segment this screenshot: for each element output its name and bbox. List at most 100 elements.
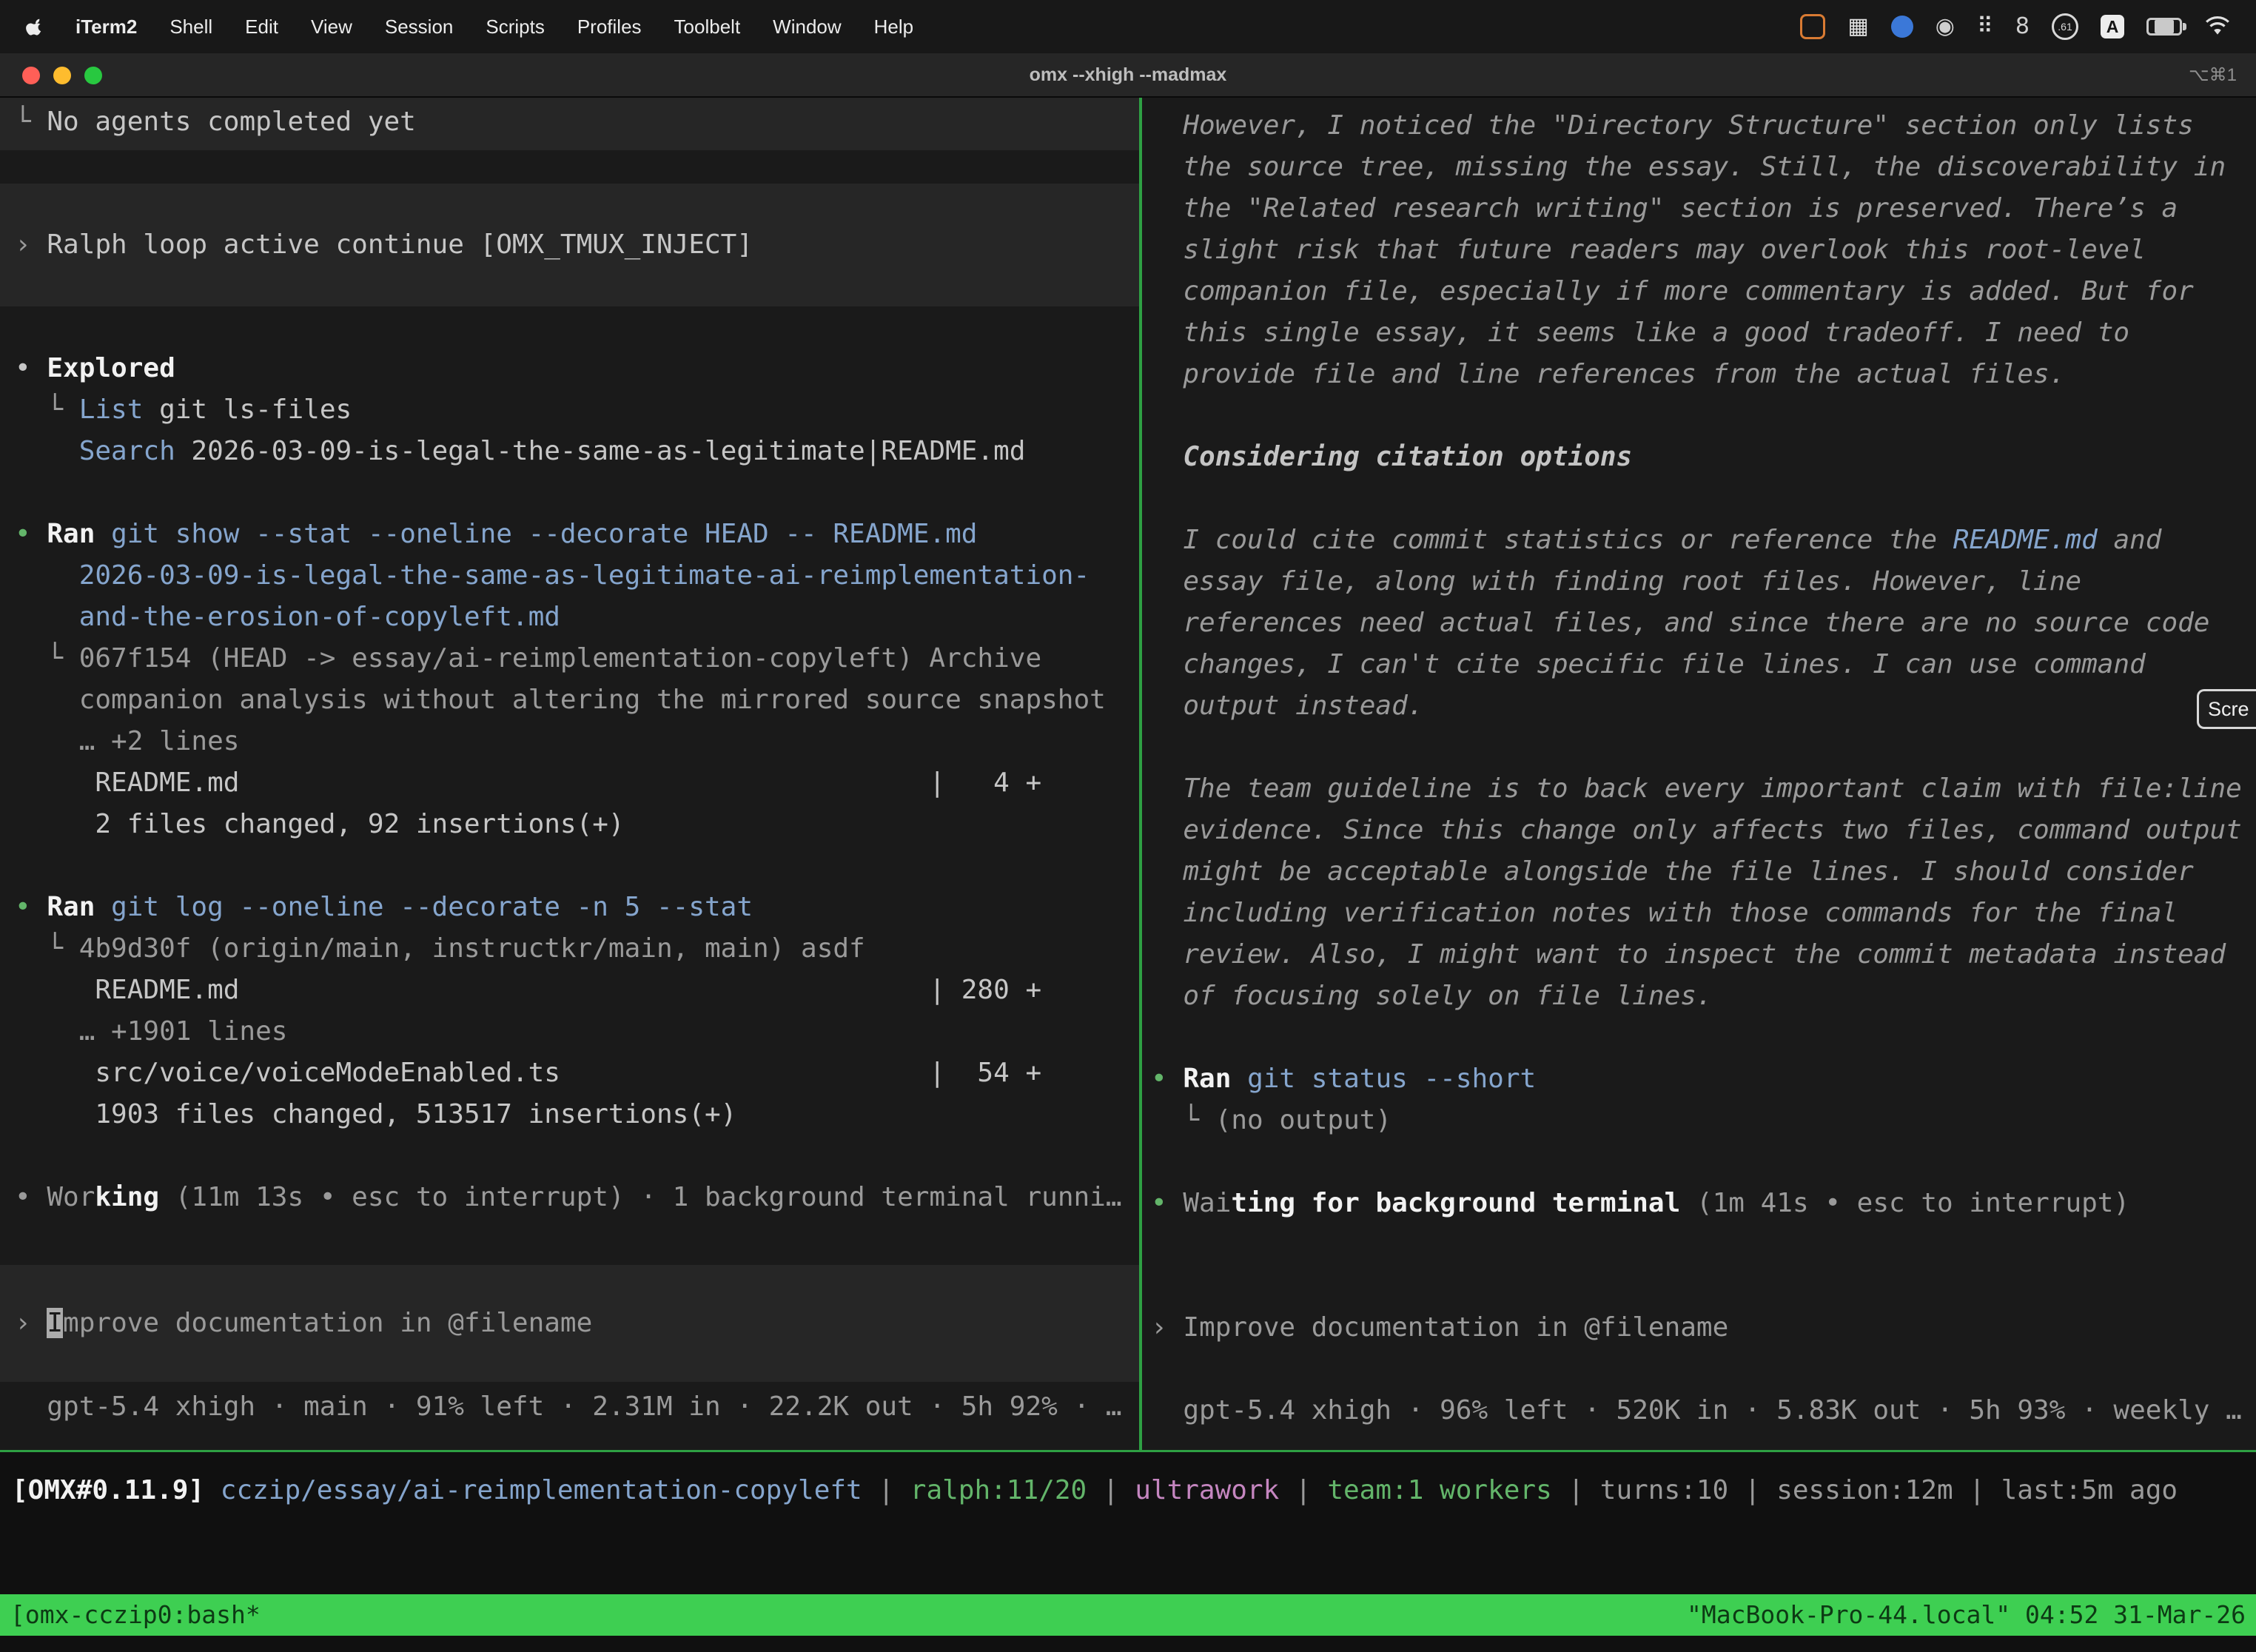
- text-segment: king: [95, 1182, 159, 1212]
- menu-profiles[interactable]: Profiles: [577, 16, 642, 38]
- spacer: [0, 845, 1139, 887]
- disc-app-icon[interactable]: ◉: [1936, 14, 1955, 39]
- text-segment: 2026-03-09-is-legal-the-same-as-legitima…: [15, 560, 1090, 591]
- terminal-line: … +2 lines: [0, 721, 1139, 762]
- text-segment: essay file, along with finding root file…: [1151, 566, 2081, 597]
- blue-app-icon[interactable]: [1891, 16, 1913, 38]
- inject-banner[interactable]: › Ralph loop active continue [OMX_TMUX_I…: [0, 184, 1139, 306]
- text-segment: └ 4b9d30f (origin/main, instructkr/main,…: [15, 933, 865, 964]
- menu-view[interactable]: View: [311, 16, 352, 38]
- waiting-status: • Waiting for background terminal (1m 41…: [1142, 1183, 2256, 1224]
- text-segment: git ls-files: [143, 394, 352, 425]
- terminal-line: the source tree, missing the essay. Stil…: [1142, 147, 2256, 188]
- prompt-input-left[interactable]: › Improve documentation in @filename: [0, 1265, 1139, 1382]
- terminal-pane-left[interactable]: └ No agents completed yet › Ralph loop ac…: [0, 98, 1139, 1450]
- menu-help[interactable]: Help: [874, 16, 913, 38]
- terminal-line: └ (no output): [1142, 1100, 2256, 1141]
- omx-statusline: [OMX#0.11.9] cczip/essay/ai-reimplementa…: [0, 1469, 2256, 1512]
- terminal-line: this single essay, it seems like a good …: [1142, 312, 2256, 354]
- terminal-line: essay file, along with finding root file…: [1142, 561, 2256, 602]
- text-segment: of focusing solely on file lines.: [1151, 981, 1713, 1011]
- spacer: [1142, 1224, 2256, 1307]
- spacer: [0, 1218, 1139, 1265]
- ran-command: • Ran git show --stat --oneline --decora…: [0, 514, 1139, 555]
- text-segment: ting for background terminal: [1231, 1188, 1680, 1218]
- window-titlebar[interactable]: omx --xhigh --madmax ⌥⌘1: [0, 53, 2256, 98]
- text-segment: git status --short: [1231, 1064, 1536, 1094]
- screen-share-pill[interactable]: Scre: [2197, 689, 2256, 729]
- inject-banner[interactable]: › Ralph loop active continue [OMX_TMUX_I…: [0, 224, 1139, 266]
- explored-header: • Explored: [0, 348, 1139, 389]
- terminal-line: … +1901 lines: [0, 1011, 1139, 1052]
- terminal-line: The team guideline is to back every impo…: [1142, 768, 2256, 810]
- minimize-button[interactable]: [53, 67, 71, 84]
- zoom-button[interactable]: [84, 67, 102, 84]
- terminal-pane-right[interactable]: However, I noticed the "Directory Struct…: [1142, 98, 2256, 1450]
- wifi-icon[interactable]: [2204, 16, 2231, 37]
- session-stats-right: gpt-5.4 xhigh · 96% left · 520K in · 5.8…: [1142, 1390, 2256, 1431]
- scrolled-panel: └ No agents completed yet: [0, 101, 1139, 143]
- terminal-line: └ List git ls-files: [0, 389, 1139, 431]
- window-title: omx --xhigh --madmax: [1030, 64, 1227, 86]
- text-segment: ›: [15, 229, 47, 260]
- spacer: [1142, 1349, 2256, 1390]
- spacer: [1142, 1017, 2256, 1058]
- statusline-segment: team:1 workers: [1327, 1475, 1551, 1505]
- terminal-line: Search 2026-03-09-is-legal-the-same-as-l…: [0, 431, 1139, 472]
- spacer: [1142, 395, 2256, 437]
- statusline-segment: cczip/essay/ai-reimplementation-copyleft: [204, 1475, 862, 1505]
- terminal-line: the "Related research writing" section i…: [1142, 188, 2256, 229]
- menu-window[interactable]: Window: [773, 16, 841, 38]
- menu-session[interactable]: Session: [385, 16, 454, 38]
- text-segment: … +1901 lines: [15, 1016, 287, 1047]
- text-segment: (11m 13s • esc to interrupt) · 1 backgro…: [159, 1182, 1121, 1212]
- apple-menu-icon[interactable]: [25, 16, 43, 37]
- text-segment: provide file and line references from th…: [1151, 359, 2065, 389]
- menu-scripts[interactable]: Scripts: [486, 16, 544, 38]
- text-segment: src/voice/voiceModeEnabled.ts | 54 +: [15, 1058, 1041, 1088]
- text-segment: references need actual files, and since …: [1151, 608, 2209, 638]
- terminal-line: output instead.: [1142, 685, 2256, 727]
- text-segment: might be acceptable alongside the file l…: [1151, 856, 2194, 887]
- terminal-line: provide file and line references from th…: [1142, 354, 2256, 395]
- text-segment: the source tree, missing the essay. Stil…: [1151, 152, 2226, 182]
- keyboard-input-badge[interactable]: A: [2101, 15, 2124, 38]
- prompt-input-right[interactable]: › Improve documentation in @filename: [1142, 1307, 2256, 1349]
- tab-shortcut-hint: ⌥⌘1: [2189, 64, 2237, 86]
- text-segment: including verification notes with those …: [1151, 898, 2178, 928]
- statusline-segment: | turns:10 | session:12m | last:5m ago: [1552, 1475, 2178, 1505]
- spacer: [1142, 727, 2256, 768]
- prompt-input-left[interactable]: › Improve documentation in @filename: [0, 1303, 1139, 1344]
- dots-grid-icon[interactable]: ⠿: [1977, 14, 1993, 39]
- text-segment: 1903 files changed, 513517 insertions(+): [15, 1099, 736, 1129]
- terminal-line: and-the-erosion-of-copyleft.md: [0, 597, 1139, 638]
- scrolled-panel: └ No agents completed yet: [0, 98, 1139, 150]
- text-segment: └: [15, 394, 79, 425]
- text-segment: git log --oneline --decorate -n 5 --stat: [95, 892, 753, 922]
- menu-toolbelt[interactable]: Toolbelt: [674, 16, 741, 38]
- statusline-segment: |: [862, 1475, 910, 1505]
- close-button[interactable]: [22, 67, 40, 84]
- tmux-host-clock: "MacBook-Pro-44.local" 04:52 31-Mar-26: [1687, 1594, 2246, 1636]
- battery-icon[interactable]: [2146, 18, 2182, 36]
- window-grid-icon[interactable]: ▦: [1847, 14, 1868, 39]
- terminal-line: └ 4b9d30f (origin/main, instructkr/main,…: [0, 928, 1139, 970]
- gauge-icon[interactable]: .61: [2052, 13, 2078, 40]
- text-segment: Explored: [47, 353, 175, 383]
- menu-edit[interactable]: Edit: [245, 16, 278, 38]
- text-segment: output instead.: [1151, 691, 1423, 721]
- menu-iterm2[interactable]: iTerm2: [75, 16, 137, 38]
- text-segment: •: [1151, 1188, 1183, 1218]
- screen-recording-indicator-icon[interactable]: [1800, 14, 1825, 39]
- terminal-line: changes, I can't cite specific file line…: [1142, 644, 2256, 685]
- menu-shell[interactable]: Shell: [169, 16, 212, 38]
- statusline-segment: [OMX#0.11.9]: [12, 1475, 204, 1505]
- text-segment: and-the-erosion-of-copyleft.md: [15, 602, 560, 632]
- text-segment: List: [79, 394, 144, 425]
- ran-command: • Ran git status --short: [1142, 1058, 2256, 1100]
- terminal-split: └ No agents completed yet › Ralph loop ac…: [0, 98, 2256, 1450]
- text-segment: README.md | 280 +: [15, 975, 1041, 1005]
- working-status: • Working (11m 13s • esc to interrupt) ·…: [0, 1177, 1139, 1218]
- spacer: [0, 306, 1139, 348]
- figure-icon[interactable]: 8: [2015, 14, 2030, 39]
